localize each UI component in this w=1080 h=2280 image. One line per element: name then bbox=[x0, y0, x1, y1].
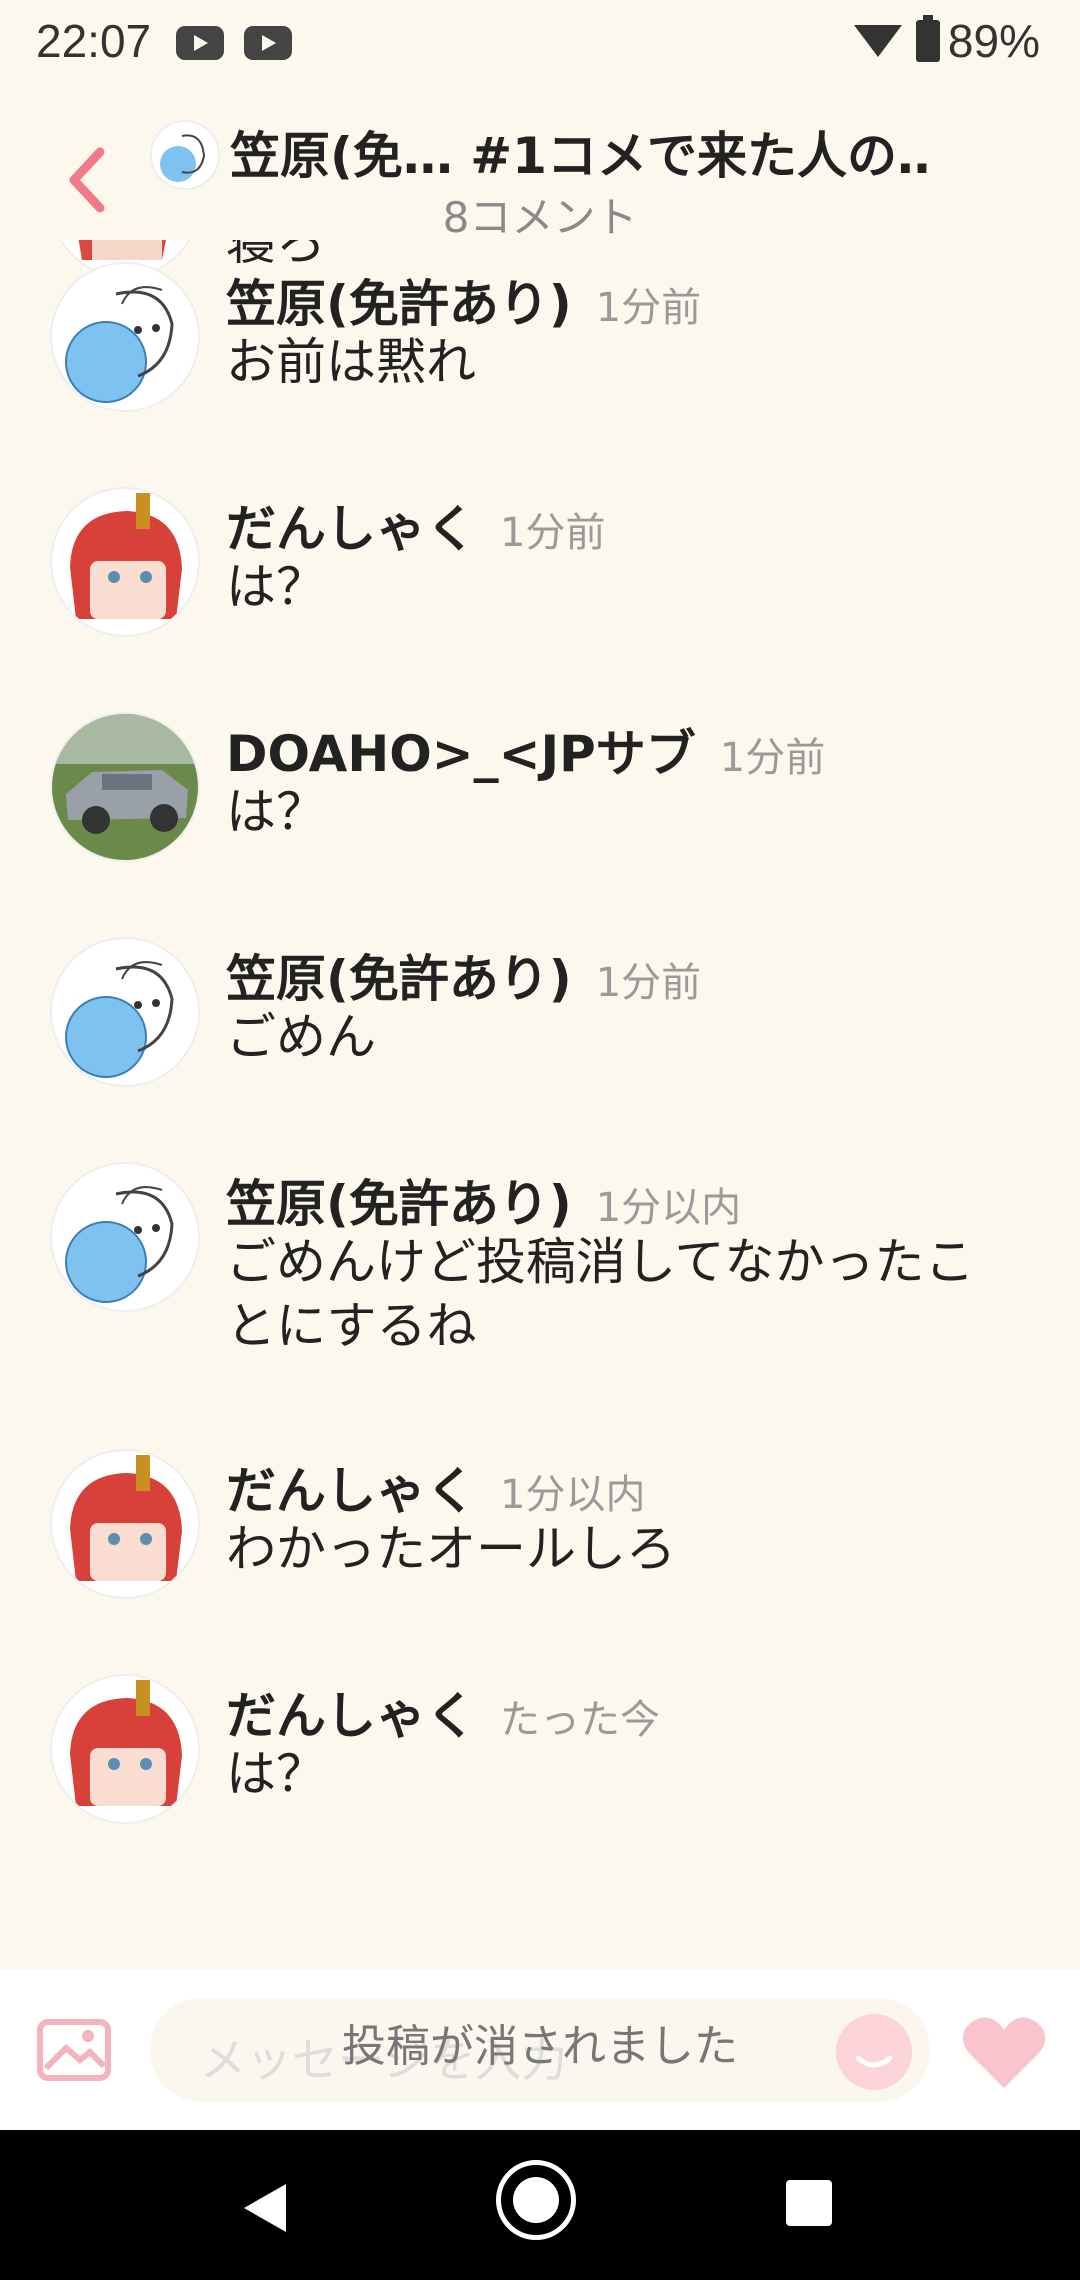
comment-header: DOAHO>_<JPサブ 1分前 bbox=[226, 714, 825, 786]
comment-text: ごめん bbox=[226, 1008, 376, 1066]
battery-percent: 89% bbox=[947, 15, 1040, 67]
nav-back-button[interactable] bbox=[240, 2180, 290, 2240]
comment-author[interactable]: だんしゃく bbox=[226, 500, 476, 558]
comment-text: は？ bbox=[226, 1745, 326, 1803]
comment-text: は？ bbox=[226, 558, 326, 616]
header-avatar[interactable] bbox=[150, 120, 220, 190]
comment-list[interactable]: 寝ろ 笠原(免許あり) 1分前 お前は黙れ だんしゃく 1分前 は？ DOAHO… bbox=[0, 240, 1080, 1970]
comment-time: 1分以内 bbox=[500, 1472, 646, 1518]
avatar[interactable] bbox=[52, 1451, 198, 1597]
comment-author[interactable]: DOAHO>_<JPサブ bbox=[226, 725, 696, 783]
battery-icon bbox=[915, 15, 940, 62]
smile-icon bbox=[855, 2055, 893, 2068]
comment-time: 1分前 bbox=[719, 735, 826, 781]
youtube-notification-icon bbox=[176, 26, 224, 60]
comment-text: は？ bbox=[226, 783, 326, 841]
header-title: 笠原(免… #1コメで来た人の… bbox=[230, 127, 930, 185]
wifi-icon bbox=[853, 25, 902, 57]
nav-recents-button[interactable] bbox=[786, 2180, 832, 2226]
comment-time: 1分前 bbox=[595, 960, 702, 1006]
comment-header: だんしゃく 1分以内 bbox=[226, 1451, 645, 1523]
comment-text: お前は黙れ bbox=[226, 333, 476, 391]
youtube-notification-icon bbox=[244, 26, 292, 60]
comment-time: 1分前 bbox=[500, 510, 606, 556]
comment-author[interactable]: 笠原(免許あり) bbox=[226, 1175, 572, 1233]
status-bar: 22:07 89% bbox=[0, 0, 1080, 88]
comment-header: だんしゃく 1分前 bbox=[226, 489, 605, 561]
heart-icon bbox=[962, 2017, 1046, 2088]
comment-author[interactable]: 笠原(免許あり) bbox=[226, 950, 572, 1008]
comment-header: 笠原(免許あり) 1分前 bbox=[226, 264, 701, 336]
status-indicators: 89% bbox=[853, 14, 1040, 68]
avatar[interactable] bbox=[52, 939, 198, 1085]
avatar[interactable] bbox=[52, 264, 198, 410]
comment-time: たった今 bbox=[500, 1697, 660, 1743]
like-button[interactable] bbox=[960, 2014, 1048, 2092]
system-nav-bar bbox=[0, 2130, 1080, 2280]
avatar[interactable] bbox=[52, 1676, 198, 1822]
back-triangle-icon bbox=[244, 2184, 286, 2232]
comment-time: 1分以内 bbox=[595, 1185, 742, 1231]
image-attach-button[interactable] bbox=[36, 2018, 112, 2082]
nav-home-button[interactable] bbox=[496, 2160, 576, 2240]
comment-count: 8コメント bbox=[442, 193, 638, 242]
comment-text: ごめんけど投稿消してなかったことにするね bbox=[226, 1233, 975, 1355]
comment-header: だんしゃく たった今 bbox=[226, 1676, 660, 1748]
status-time: 22:07 bbox=[36, 15, 152, 67]
comment-time: 1分前 bbox=[595, 285, 702, 331]
stamp-button[interactable] bbox=[836, 2014, 912, 2090]
comment-author[interactable]: 笠原(免許あり) bbox=[226, 275, 572, 333]
comment-author[interactable]: だんしゃく bbox=[226, 1462, 476, 1520]
comment-header: 笠原(免許あり) 1分前 bbox=[226, 939, 701, 1011]
comment-text: わかったオールしろ bbox=[226, 1520, 676, 1578]
image-icon bbox=[37, 2019, 111, 2081]
avatar[interactable] bbox=[52, 489, 198, 635]
avatar[interactable] bbox=[52, 714, 198, 860]
avatar[interactable] bbox=[52, 1164, 198, 1310]
toast-message: 投稿が消されました bbox=[342, 2021, 738, 2072]
chat-header: 笠原(免… #1コメで来た人の… 8コメント bbox=[0, 100, 1080, 242]
comment-header: 笠原(免許あり) 1分以内 bbox=[226, 1164, 741, 1236]
comment-author[interactable]: だんしゃく bbox=[226, 1687, 476, 1745]
